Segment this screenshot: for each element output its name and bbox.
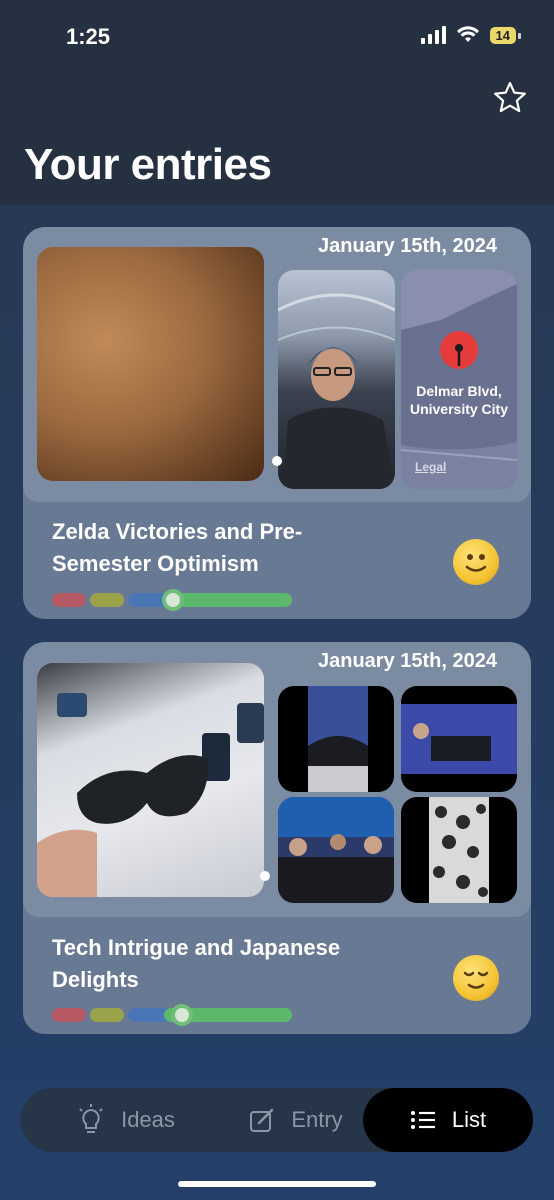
page-indicator-dot [260,871,270,881]
map-legal-link[interactable]: Legal [415,460,446,474]
page-indicator-dot [272,456,282,466]
tab-bar: Ideas Entry List [21,1088,533,1152]
compose-icon [250,1108,274,1132]
tab-entry-label: Entry [291,1107,343,1132]
crowd-image [278,797,394,903]
mood-slider-knob [162,589,184,611]
page-title: Your entries [24,140,272,189]
tab-ideas[interactable]: Ideas [51,1088,201,1152]
entry-title: Tech Intrigue and Japanese Delights [52,935,341,992]
entry-card[interactable]: January 15th, 2024 Tech Intrigue and Jap… [23,642,531,1034]
entry-title: Zelda Victories and Pre-Semester Optimis… [52,519,303,576]
tab-list-label: List [451,1107,487,1132]
entry-photo[interactable] [37,247,264,481]
entry-photo-glasses[interactable] [37,663,264,897]
lightbulb-icon [79,1104,103,1133]
list-icon [410,1111,435,1129]
entry-date: January 15th, 2024 [318,235,497,257]
status-icons: 14 [420,26,522,44]
status-time: 1:25 [66,24,111,49]
tab-ideas-label: Ideas [121,1107,175,1132]
slightly-smiling-face-icon [453,539,499,585]
car-image [308,686,368,792]
map-label-line1: Delmar Blvd, [416,383,502,399]
battery-indicator: 14 [489,26,522,44]
entry-date: January 15th, 2024 [318,650,497,672]
mood-slider-knob [171,1004,193,1026]
map-label-line2: University City [409,401,509,417]
map-location-label: Delmar Blvd, University City [401,382,517,418]
entry-photo-pattern[interactable] [401,797,517,903]
mood-slider [52,1004,292,1026]
entry-map[interactable]: Delmar Blvd, University City Legal [401,270,517,489]
relieved-face-icon [453,955,499,1001]
selfie-image [278,293,395,489]
cellular-signal-icon [420,26,446,44]
wifi-icon [456,26,479,42]
home-indicator[interactable] [178,1181,376,1187]
header: 1:25 14 Your entries [0,0,554,205]
tab-entry[interactable]: Entry [221,1088,371,1152]
entry-photo-demo[interactable] [401,686,517,792]
map-pin-icon [440,331,478,369]
demo-image [401,704,517,774]
entry-photo-crowd[interactable] [278,797,394,903]
mood-slider [52,589,292,611]
tab-list[interactable]: List [363,1088,533,1152]
entry-photo-car[interactable] [278,686,394,792]
glasses-image [37,693,264,897]
entry-photo-selfie[interactable] [278,270,395,489]
entry-card[interactable]: January 15th, 2024 Delmar Blvd, Universi… [23,227,531,619]
pattern-image [429,797,489,903]
star-outline-icon[interactable] [492,80,528,116]
